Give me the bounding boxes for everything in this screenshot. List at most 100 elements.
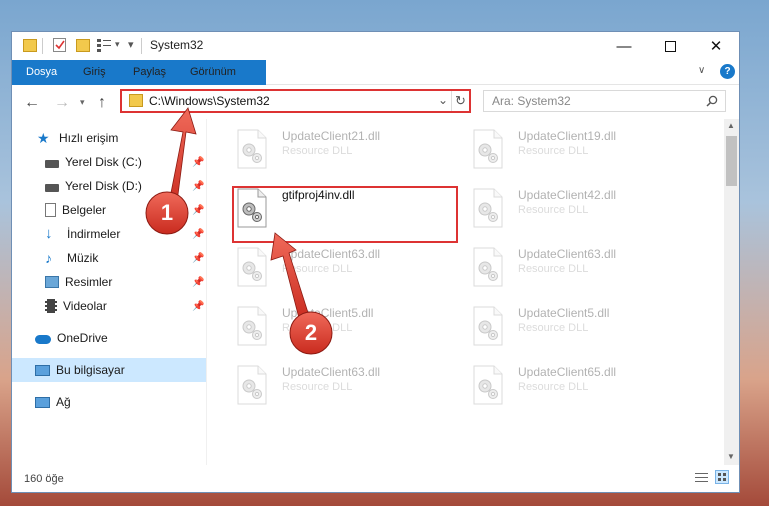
sidebar-item-label: Resimler [65,275,113,289]
sidebar-item-pictures[interactable]: Resimler 📌 [12,270,206,294]
file-type: Resource DLL [282,381,353,393]
pin-icon[interactable]: 📌 [192,229,204,240]
sidebar-item-local-disk-d[interactable]: Yerel Disk (D:) 📌 [12,174,206,198]
file-name: UpdateClient63.dll [518,247,617,261]
minimize-button[interactable]: — [601,32,647,60]
large-icons-view-icon[interactable] [715,470,729,484]
file-item[interactable]: UpdateClient21.dll Resource DLL [208,123,434,175]
vertical-scrollbar[interactable]: ▲ ▼ [724,119,739,465]
callout-number-1: 1 [160,200,174,225]
file-list: UpdateClient21.dll Resource DLL UpdateCl… [208,119,724,465]
sidebar-item-quick-access[interactable]: ★ Hızlı erişim [12,126,206,150]
sidebar-item-label: Yerel Disk (D:) [65,179,142,193]
drive-icon [45,184,59,192]
file-item[interactable]: UpdateClient63.dll Resource DLL [444,241,670,293]
up-arrow-icon[interactable]: ↑ [98,94,106,112]
star-icon: ★ [37,130,50,146]
pin-icon[interactable]: 📌 [192,253,204,264]
callout-number-2: 2 [304,320,318,345]
search-icon[interactable] [706,95,718,107]
file-name: UpdateClient42.dll [518,188,617,202]
view-icon[interactable] [97,38,111,52]
sidebar-item-this-pc[interactable]: Bu bilgisayar [12,358,206,382]
sidebar-item-label: Yerel Disk (C:) [65,155,142,169]
pin-icon[interactable]: 📌 [192,301,204,312]
file-item[interactable]: UpdateClient63.dll Resource DLL [208,241,434,293]
address-dropdown-icon[interactable]: ⌄ [438,93,448,107]
folder-icon [23,39,37,52]
search-box[interactable]: Ara: System32 [483,90,726,112]
recent-locations-icon[interactable]: ▾ [80,97,85,108]
file-type: Resource DLL [518,381,589,393]
sidebar-item-label: İndirmeler [67,227,121,241]
scroll-up-icon[interactable]: ▲ [727,121,735,130]
close-button[interactable]: ✕ [693,32,739,60]
file-item[interactable]: UpdateClient63.dll Resource DLL [208,359,434,411]
sidebar-item-label: OneDrive [57,331,108,345]
download-icon: ↓ [45,225,53,242]
tab-gorunum[interactable]: Görünüm [190,60,236,84]
sidebar-item-onedrive[interactable]: OneDrive [12,326,206,350]
network-icon [35,396,50,408]
tab-giris[interactable]: Giriş [83,60,106,84]
drive-icon [45,160,59,168]
forward-arrow-icon[interactable]: → [54,94,70,112]
address-bar[interactable]: C:\Windows\System32 ⌄ ↻ [120,89,471,113]
scrollbar-thumb[interactable] [726,136,737,186]
ribbon: Dosya Giriş Paylaş Görünüm ∨ ? [12,60,739,112]
file-type: Resource DLL [518,204,589,216]
sidebar-item-music[interactable]: ♪ Müzik 📌 [12,246,206,270]
pin-icon[interactable]: 📌 [192,181,204,192]
file-name: UpdateClient63.dll [282,247,381,261]
dll-file-icon [471,129,505,169]
sidebar-item-label: Belgeler [62,203,107,217]
file-name: UpdateClient63.dll [282,365,381,379]
highlight-box [232,186,458,243]
title-bar: ▾ ▾ System32 — ✕ [12,32,739,60]
separator [451,91,452,111]
customize-toolbar-icon[interactable]: ▾ [128,38,134,54]
file-type: Resource DLL [518,263,589,275]
item-count: 160 öğe [24,473,64,485]
window-title: System32 [150,38,204,52]
navigation-pane: ★ Hızlı erişim Yerel Disk (C:) 📌 Yerel D… [12,119,206,465]
expand-ribbon-icon[interactable]: ∨ [698,65,705,76]
sidebar-item-network[interactable]: Ağ [12,390,206,414]
separator [141,38,142,54]
file-item[interactable]: UpdateClient19.dll Resource DLL [444,123,670,175]
sidebar-item-local-disk-c[interactable]: Yerel Disk (C:) 📌 [12,150,206,174]
new-folder-icon[interactable] [76,39,90,52]
refresh-icon[interactable]: ↻ [455,93,466,109]
file-name: UpdateClient65.dll [518,365,617,379]
dll-file-icon [471,188,505,228]
status-bar: 160 öğe [12,465,739,492]
properties-icon[interactable] [53,38,66,52]
chevron-down-icon[interactable]: ▾ [115,39,120,55]
sidebar-item-label: Ağ [56,395,71,409]
navigation-bar: ← → ▾ ↑ C:\Windows\System32 ⌄ ↻ Ara: Sys… [12,85,739,119]
pin-icon[interactable]: 📌 [192,205,204,216]
sidebar-item-label: Hızlı erişim [59,131,119,145]
help-icon[interactable]: ? [720,64,735,79]
computer-icon [35,364,50,376]
file-item[interactable]: UpdateClient5.dll Resource DLL [444,300,670,352]
file-type: Resource DLL [518,322,589,334]
maximize-button[interactable] [647,32,693,60]
pin-icon[interactable]: 📌 [192,277,204,288]
scroll-down-icon[interactable]: ▼ [727,452,735,461]
back-arrow-icon[interactable]: ← [24,94,40,112]
separator [42,38,43,54]
folder-icon [129,94,143,107]
details-view-icon[interactable] [695,472,708,483]
file-item[interactable]: UpdateClient65.dll Resource DLL [444,359,670,411]
pin-icon[interactable]: 📌 [192,157,204,168]
file-name: UpdateClient5.dll [518,306,610,320]
dll-file-icon [235,365,269,405]
dll-file-icon [471,247,505,287]
pane-divider[interactable] [206,119,207,465]
tab-paylas[interactable]: Paylaş [133,60,166,84]
file-type: Resource DLL [518,145,589,157]
sidebar-item-videos[interactable]: Videolar 📌 [12,294,206,318]
document-icon [45,203,56,217]
file-item[interactable]: UpdateClient42.dll Resource DLL [444,182,670,234]
